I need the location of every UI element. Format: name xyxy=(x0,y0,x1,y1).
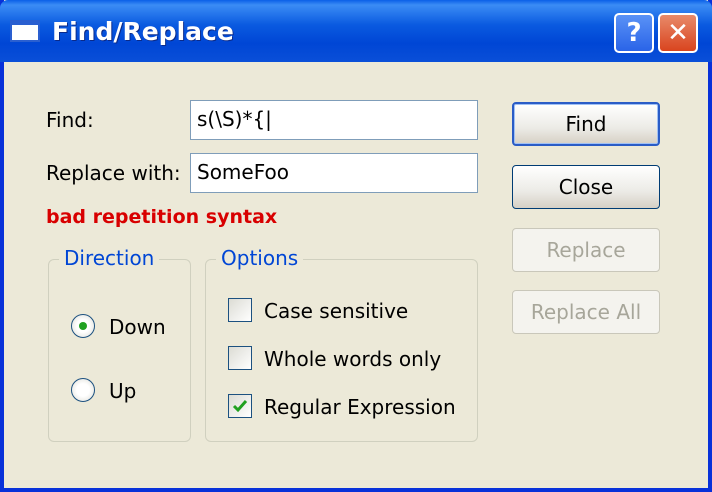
radio-up[interactable] xyxy=(71,378,95,402)
case-sensitive-label[interactable]: Case sensitive xyxy=(264,299,408,323)
window-title: Find/Replace xyxy=(52,17,234,46)
whole-words-checkbox[interactable] xyxy=(228,346,252,370)
regex-checkbox[interactable] xyxy=(228,394,252,418)
window-icon xyxy=(10,20,40,42)
case-sensitive-checkbox[interactable] xyxy=(228,298,252,322)
find-button[interactable]: Find xyxy=(512,102,660,146)
direction-group: Direction Down Up xyxy=(48,246,191,442)
find-input[interactable]: s(\S)*{| xyxy=(190,100,478,140)
close-button[interactable]: Close xyxy=(512,165,660,209)
regex-label[interactable]: Regular Expression xyxy=(264,395,456,419)
radio-down-label[interactable]: Down xyxy=(109,315,166,339)
direction-group-title: Direction xyxy=(59,246,160,270)
replace-input[interactable]: SomeFoo xyxy=(190,153,478,193)
error-message: bad repetition syntax xyxy=(46,206,278,228)
help-button[interactable]: ? xyxy=(614,13,654,53)
title-bar[interactable]: Find/Replace ? ✕ xyxy=(0,0,712,62)
radio-selected-dot xyxy=(79,322,87,330)
options-group-title: Options xyxy=(216,246,304,270)
find-label: Find: xyxy=(46,108,94,132)
radio-up-label[interactable]: Up xyxy=(109,379,136,403)
options-group: Options Case sensitive Whole words only … xyxy=(205,246,478,442)
replace-all-button[interactable]: Replace All xyxy=(512,290,660,334)
checkmark-icon xyxy=(232,400,248,413)
replace-with-label: Replace with: xyxy=(46,161,181,185)
radio-down[interactable] xyxy=(71,314,95,338)
close-window-button[interactable]: ✕ xyxy=(658,13,698,53)
whole-words-label[interactable]: Whole words only xyxy=(264,347,441,371)
replace-button[interactable]: Replace xyxy=(512,228,660,272)
